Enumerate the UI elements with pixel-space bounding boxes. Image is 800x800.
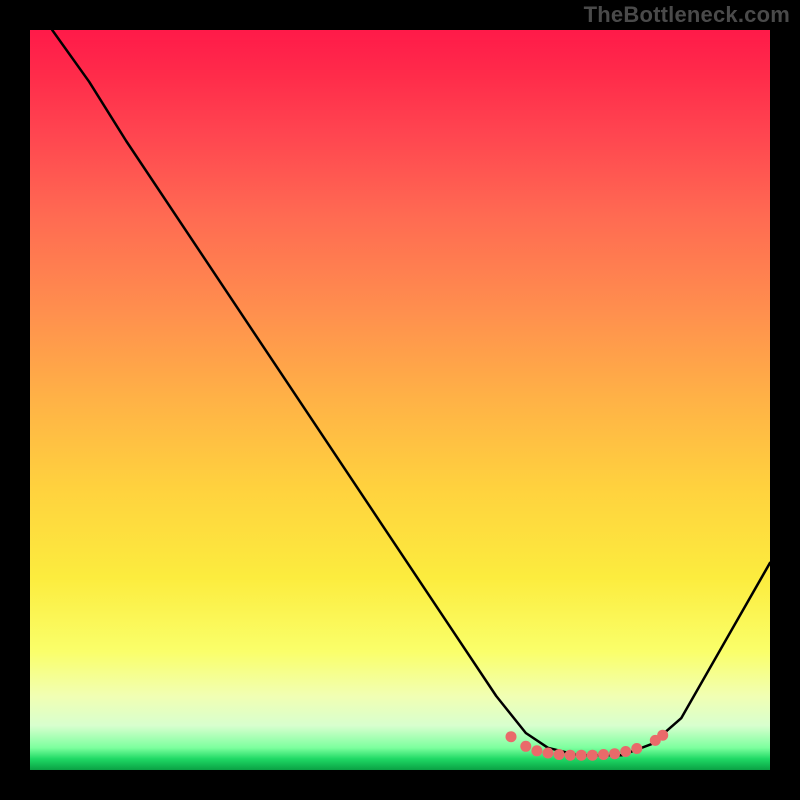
chart-svg bbox=[30, 30, 770, 770]
highlight-dot bbox=[620, 746, 631, 757]
highlight-dot bbox=[657, 730, 668, 741]
chart-frame: TheBottleneck.com bbox=[0, 0, 800, 800]
bottleneck-curve bbox=[52, 30, 770, 755]
highlight-dot bbox=[631, 743, 642, 754]
highlight-dot bbox=[554, 749, 565, 760]
highlight-dot bbox=[543, 748, 554, 759]
highlight-dot bbox=[587, 750, 598, 761]
highlight-dot bbox=[531, 745, 542, 756]
plot-area bbox=[30, 30, 770, 770]
highlight-dot bbox=[598, 749, 609, 760]
highlight-dot bbox=[520, 741, 531, 752]
highlight-dot bbox=[506, 731, 517, 742]
highlight-dot bbox=[565, 750, 576, 761]
highlight-dot bbox=[576, 750, 587, 761]
watermark-text: TheBottleneck.com bbox=[584, 2, 790, 28]
curve-path-group bbox=[52, 30, 770, 755]
highlight-dot bbox=[609, 748, 620, 759]
